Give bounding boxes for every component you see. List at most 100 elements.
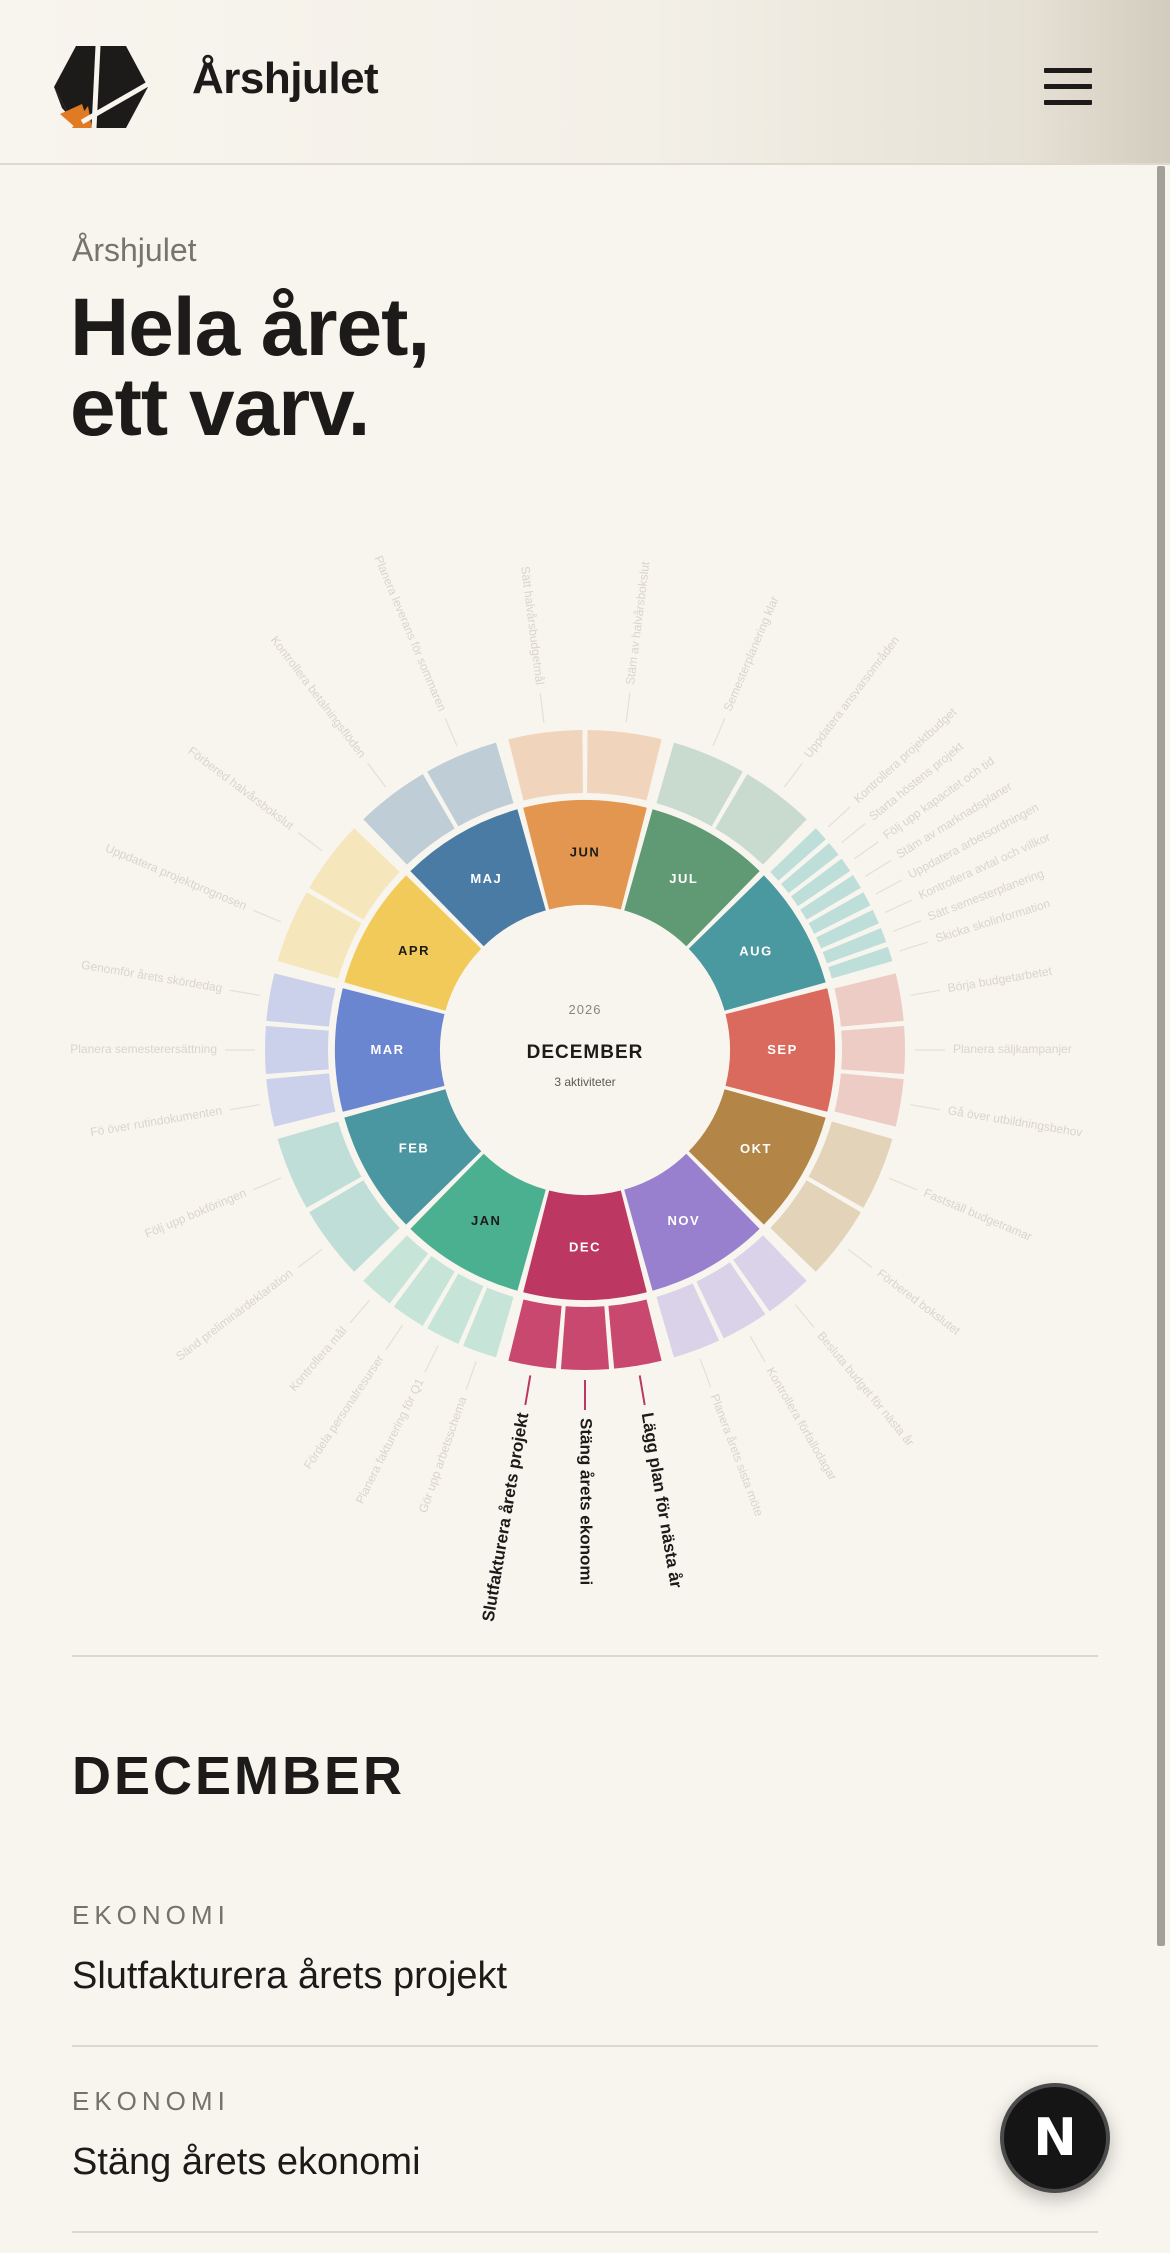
activity-leader-line — [899, 941, 929, 952]
wheel-selected-month: DECEMBER — [527, 1042, 644, 1063]
activity-item[interactable]: EKONOMI Stäng årets ekonomi — [72, 2086, 421, 2184]
activity-label: Fastställ budgetramar — [922, 1186, 1034, 1244]
activity-label: Semesterplanering klar — [721, 594, 782, 713]
activity-segment[interactable]: Planera leverans för sommaren — [371, 554, 514, 827]
activity-label: Följ upp bokföringen — [143, 1186, 249, 1241]
activity-segment[interactable]: Börja budgetarbetet — [834, 964, 1054, 1027]
activity-segment[interactable]: Förbered bokslutet — [770, 1180, 963, 1338]
month-label: JAN — [471, 1213, 502, 1228]
app-title: Årshjulet — [192, 54, 379, 103]
activity-leader-line — [229, 1104, 260, 1111]
activity-title: Slutfakturera årets projekt — [72, 1955, 508, 1997]
hamburger-menu-icon[interactable] — [1040, 66, 1096, 106]
activity-sector[interactable] — [560, 1306, 610, 1370]
month-label: FEB — [399, 1141, 430, 1156]
activity-leader-line — [385, 1324, 403, 1351]
activity-category: EKONOMI — [72, 1900, 230, 1930]
activity-segment[interactable]: Gå över utbildningsbehov — [834, 1073, 1084, 1140]
activity-leader-line — [424, 1345, 439, 1373]
activity-leader-line — [875, 879, 903, 895]
activity-sector[interactable] — [266, 1073, 336, 1127]
activity-segment[interactable]: Stäng årets ekonomi — [560, 1306, 610, 1585]
activity-leader-line — [910, 1104, 941, 1111]
activity-segment[interactable]: Starta höstens projekt — [781, 739, 966, 894]
activity-leader-line — [847, 1248, 873, 1268]
activity-leader-line — [749, 1335, 766, 1363]
activity-sector[interactable] — [508, 730, 583, 801]
wheel-year: 2026 — [569, 1002, 602, 1017]
month-segment-mar[interactable]: MAR — [335, 988, 445, 1112]
activity-leader-line — [252, 909, 282, 923]
month-label: DEC — [569, 1240, 601, 1255]
activity-leader-line — [712, 717, 726, 747]
activity-label: Sänd preliminärdeklaration — [173, 1266, 295, 1363]
activity-sector[interactable] — [265, 1025, 329, 1075]
activity-label: Besluta budget för nästa år — [815, 1329, 918, 1449]
activity-leader-line — [699, 1358, 712, 1388]
activity-segment[interactable]: Genomför årets skördedag — [80, 958, 336, 1027]
month-label: SEP — [767, 1042, 798, 1057]
activity-label: Kontrollera mål — [286, 1324, 349, 1394]
activity-label: Fö över rutindokumenten — [89, 1103, 223, 1139]
activity-label: Genomför årets skördedag — [80, 958, 223, 995]
activity-label: Gå över utbildningsbehov — [947, 1103, 1084, 1139]
month-segment-dec[interactable]: DEC — [523, 1190, 647, 1300]
activity-segment[interactable]: Planera semesterersättning — [70, 1025, 329, 1075]
headline-line-2: ett varv. — [70, 362, 370, 453]
activity-leader-line — [297, 1248, 323, 1268]
activity-label: Planera fakturering för Q1 — [353, 1376, 427, 1506]
section-divider — [72, 1655, 1098, 1657]
activity-leader-line — [865, 859, 892, 877]
activity-label: Kontrollera betalningsflöden — [268, 633, 369, 760]
activity-leader-line — [638, 1375, 646, 1406]
activity-label: Sätt halvårsbudgetmål — [518, 565, 547, 685]
month-label: APR — [398, 943, 430, 958]
activity-label: Planera säljkampanjer — [953, 1042, 1072, 1056]
activity-leader-line — [297, 832, 323, 852]
activity-sector[interactable] — [608, 1299, 662, 1369]
month-segment-jun[interactable]: JUN — [523, 800, 647, 910]
activity-segment[interactable]: Sätt halvårsbudgetmål — [508, 565, 583, 801]
activity-segment[interactable]: Fö över rutindokumenten — [89, 1073, 336, 1139]
activity-leader-line — [367, 762, 387, 788]
month-label: JUN — [570, 845, 601, 860]
activity-sector[interactable] — [841, 1025, 905, 1075]
activity-segment[interactable]: Uppdatera projektprognosen — [103, 841, 362, 979]
activity-label: Uppdatera ansvarsområden — [801, 633, 902, 760]
activity-leader-line — [783, 762, 803, 788]
activity-label: Gör upp arbetsschema — [416, 1395, 470, 1515]
activity-sector[interactable] — [508, 1299, 562, 1369]
page-headline: Hela året, ett varv. — [70, 287, 430, 453]
activity-label: Förbered halvårsbokslut — [185, 744, 297, 833]
activity-segment[interactable]: Besluta budget för nästa år — [733, 1235, 917, 1449]
activity-label: Lägg plan för nästa år — [638, 1411, 686, 1590]
activity-sector[interactable] — [587, 730, 662, 801]
activity-leader-line — [229, 989, 260, 996]
activity-label: Planera leverans för sommaren — [371, 554, 449, 714]
activity-sector[interactable] — [834, 973, 904, 1027]
wheel-activity-count: 3 aktiviteter — [554, 1075, 615, 1089]
activity-leader-line — [625, 692, 631, 723]
year-wheel: JAN Gör upp arbetsschemaPlanera faktureri… — [70, 554, 1084, 1623]
activity-leader-line — [892, 920, 922, 932]
hexagon-logo-icon[interactable] — [52, 44, 150, 130]
activity-divider — [72, 2045, 1098, 2047]
activity-label: Börja budgetarbetet — [947, 964, 1054, 995]
activity-leader-line — [827, 806, 851, 828]
activity-leader-line — [910, 989, 941, 996]
activity-leader-line — [252, 1177, 282, 1191]
activity-item[interactable]: EKONOMI Slutfakturera årets projekt — [72, 1900, 507, 1998]
activity-sector[interactable] — [834, 1073, 904, 1127]
month-label: OKT — [740, 1141, 772, 1156]
month-segment-sep[interactable]: SEP — [725, 988, 835, 1112]
month-label: JUL — [669, 871, 698, 886]
activity-leader-line — [884, 899, 913, 914]
activity-segment[interactable]: Planera säljkampanjer — [841, 1025, 1072, 1075]
activity-segment[interactable]: Följ upp kapacitet och tid — [791, 754, 997, 907]
activity-title: Stäng årets ekonomi — [72, 2141, 421, 2183]
activity-sector[interactable] — [266, 973, 336, 1027]
activity-segment[interactable]: Stäm av halvårsbokslut — [587, 560, 662, 801]
activity-label: Planera årets sista möte — [708, 1392, 766, 1518]
activity-leader-line — [524, 1375, 532, 1406]
n-floating-button[interactable]: N — [1000, 2083, 1110, 2193]
